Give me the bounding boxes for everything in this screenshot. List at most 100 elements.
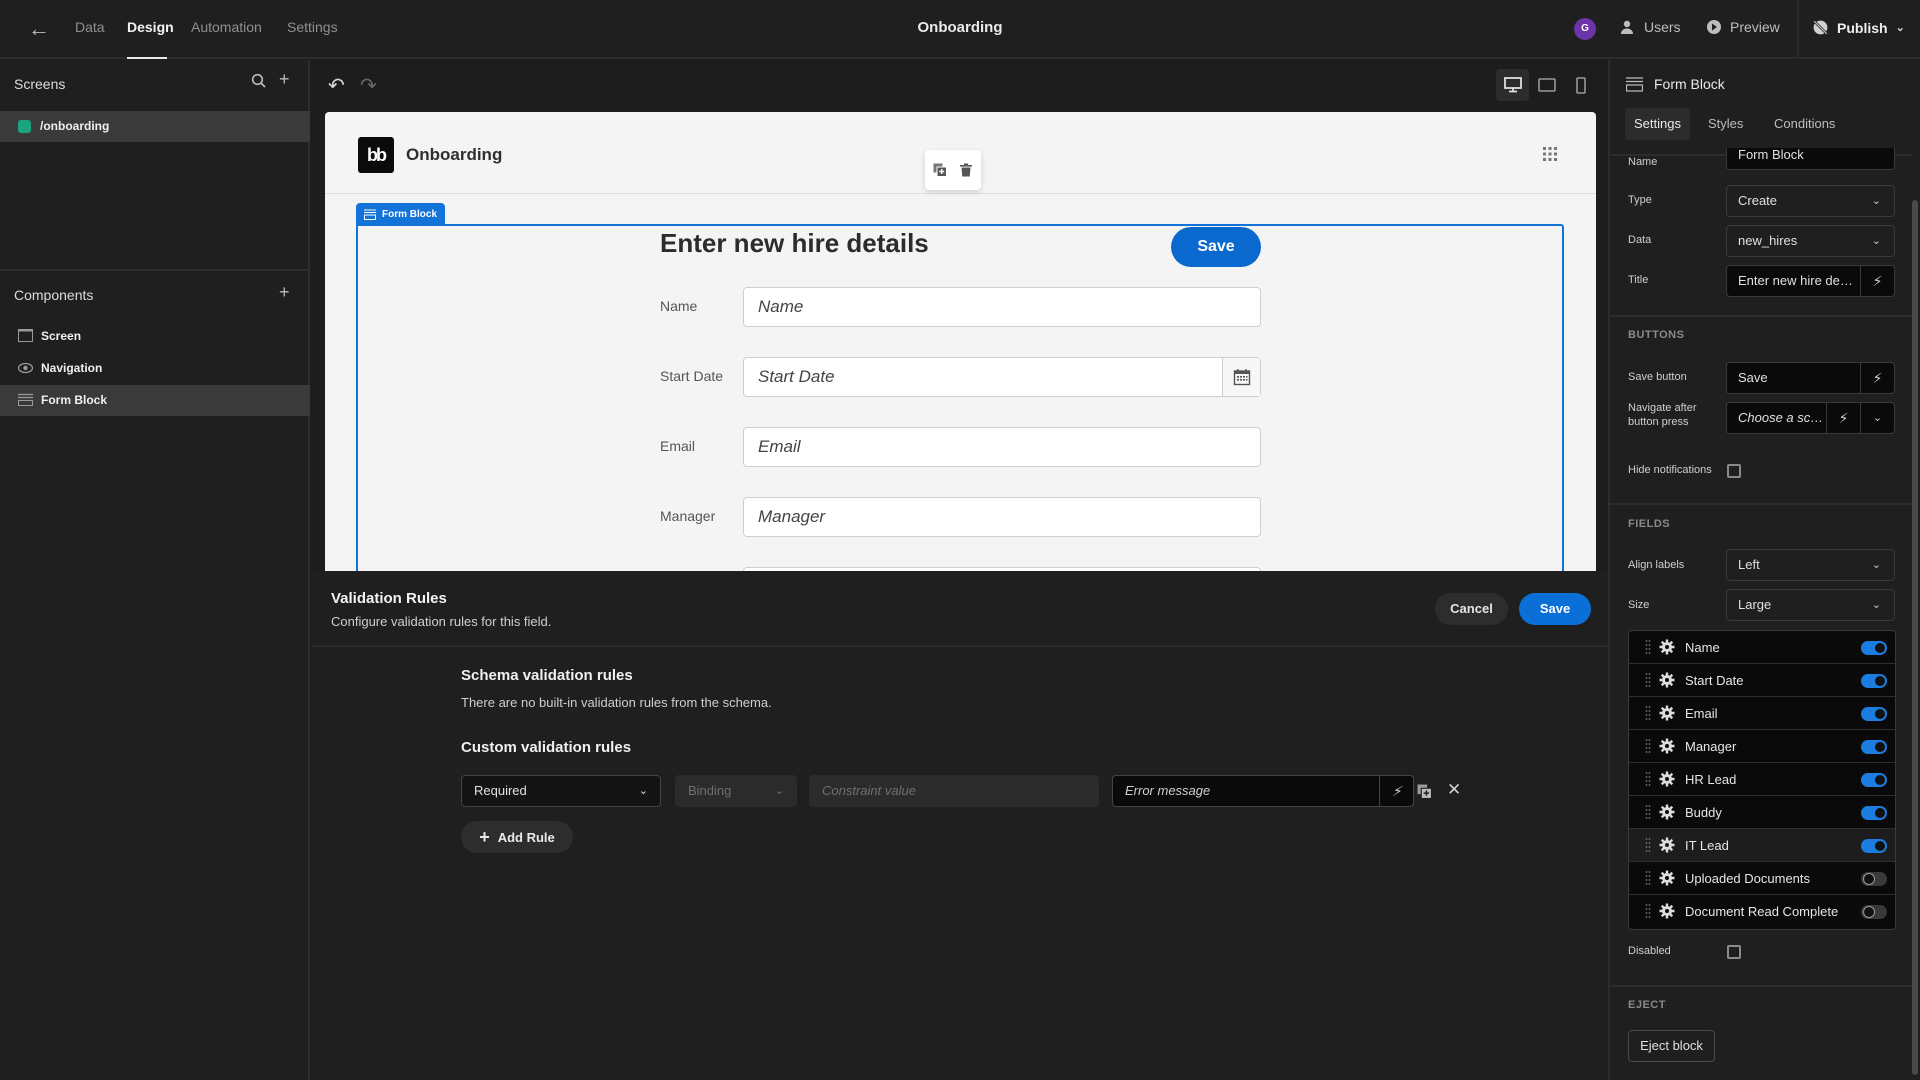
- start-date-input[interactable]: Start Date: [743, 357, 1261, 397]
- field-row[interactable]: IT Lead: [1629, 829, 1895, 862]
- desktop-view-button[interactable]: [1496, 69, 1529, 101]
- save-button[interactable]: Save: [1519, 593, 1591, 625]
- field-toggle[interactable]: [1861, 674, 1887, 688]
- email-input[interactable]: Email: [743, 427, 1261, 467]
- grid-menu-icon[interactable]: [1542, 146, 1558, 162]
- drag-handle-icon[interactable]: [1645, 639, 1651, 655]
- binding-bolt-icon[interactable]: ⚡︎: [1379, 776, 1413, 806]
- scrollbar[interactable]: [1912, 200, 1918, 1075]
- gear-icon[interactable]: [1659, 705, 1675, 721]
- binding-bolt-icon[interactable]: ⚡︎: [1860, 363, 1894, 393]
- field-row[interactable]: Name: [1629, 631, 1895, 664]
- drag-handle-icon[interactable]: [1645, 870, 1651, 886]
- chevron-down-icon[interactable]: ⌄: [1860, 403, 1894, 433]
- tab-settings[interactable]: Settings: [287, 19, 338, 35]
- avatar[interactable]: G: [1574, 18, 1596, 40]
- gear-icon[interactable]: [1659, 804, 1675, 820]
- disabled-checkbox[interactable]: [1727, 945, 1741, 959]
- field-row[interactable]: Buddy: [1629, 796, 1895, 829]
- back-button[interactable]: ←: [26, 16, 52, 42]
- hide-notifications-checkbox[interactable]: [1727, 464, 1741, 478]
- field-row[interactable]: Email: [1629, 697, 1895, 730]
- drag-handle-icon[interactable]: [1645, 804, 1651, 820]
- align-labels-select[interactable]: Left ⌄: [1726, 549, 1895, 581]
- binding-bolt-icon[interactable]: ⚡︎: [1826, 403, 1860, 433]
- field-row[interactable]: Document Read Complete: [1629, 895, 1895, 928]
- field-toggle[interactable]: [1861, 773, 1887, 787]
- tab-conditions[interactable]: Conditions: [1765, 108, 1844, 140]
- manager-input[interactable]: Manager: [743, 497, 1261, 537]
- tab-settings[interactable]: Settings: [1625, 108, 1690, 140]
- trash-icon[interactable]: [959, 163, 973, 177]
- title-field[interactable]: Enter new hire de… ⚡︎: [1726, 265, 1895, 297]
- data-select[interactable]: new_hires ⌄: [1726, 225, 1895, 257]
- size-select[interactable]: Large ⌄: [1726, 589, 1895, 621]
- rule-type-select[interactable]: Required ⌄: [461, 775, 661, 807]
- gear-icon[interactable]: [1659, 771, 1675, 787]
- field-row[interactable]: Uploaded Documents: [1629, 862, 1895, 895]
- field-toggle[interactable]: [1861, 707, 1887, 721]
- divider: [0, 269, 310, 271]
- tab-automation[interactable]: Automation: [191, 19, 262, 35]
- field-toggle[interactable]: [1861, 872, 1887, 886]
- undo-icon[interactable]: ↶: [328, 73, 345, 98]
- search-icon[interactable]: [251, 73, 267, 94]
- calendar-icon: [1233, 369, 1250, 386]
- drag-handle-icon[interactable]: [1645, 672, 1651, 688]
- field-row[interactable]: Start Date: [1629, 664, 1895, 697]
- name-input[interactable]: Name: [743, 287, 1261, 327]
- gear-icon[interactable]: [1659, 903, 1675, 919]
- add-screen-icon[interactable]: +: [279, 69, 290, 90]
- type-select[interactable]: Create ⌄: [1726, 185, 1895, 217]
- tab-data[interactable]: Data: [75, 19, 105, 35]
- component-item-screen[interactable]: Screen: [0, 321, 310, 352]
- eject-block-button[interactable]: Eject block: [1628, 1030, 1715, 1062]
- error-message-input[interactable]: Error message ⚡︎: [1112, 775, 1414, 807]
- tab-design[interactable]: Design: [127, 19, 174, 35]
- save-button-text-field[interactable]: Save ⚡︎: [1726, 362, 1895, 394]
- drag-handle-icon[interactable]: [1645, 771, 1651, 787]
- field-toggle[interactable]: [1861, 806, 1887, 820]
- gear-icon[interactable]: [1659, 837, 1675, 853]
- form-save-button[interactable]: Save: [1171, 227, 1261, 267]
- redo-icon[interactable]: ↷: [360, 73, 377, 98]
- drag-handle-icon[interactable]: [1645, 837, 1651, 853]
- component-item-navigation[interactable]: Navigation: [0, 353, 310, 384]
- field-toggle[interactable]: [1861, 839, 1887, 853]
- gear-icon[interactable]: [1659, 738, 1675, 754]
- gear-icon[interactable]: [1659, 672, 1675, 688]
- mobile-view-button[interactable]: [1564, 69, 1597, 101]
- field-row[interactable]: Manager: [1629, 730, 1895, 763]
- component-item-form-block[interactable]: Form Block: [0, 385, 310, 416]
- tablet-view-button[interactable]: [1530, 69, 1563, 101]
- drag-handle-icon[interactable]: [1645, 705, 1651, 721]
- navigate-select[interactable]: Choose a sc… ⚡︎ ⌄: [1726, 402, 1895, 434]
- title-value: Enter new hire de…: [1738, 273, 1853, 288]
- field-toggle[interactable]: [1861, 641, 1887, 655]
- tab-styles[interactable]: Styles: [1699, 108, 1752, 140]
- drag-handle-icon[interactable]: [1645, 738, 1651, 754]
- field-name: Uploaded Documents: [1685, 871, 1811, 886]
- gear-icon[interactable]: [1659, 639, 1675, 655]
- form-block-tag[interactable]: Form Block: [356, 203, 446, 225]
- add-component-icon[interactable]: +: [279, 282, 290, 303]
- binding-bolt-icon[interactable]: ⚡︎: [1860, 266, 1894, 296]
- users-button[interactable]: Users: [1620, 19, 1681, 35]
- binding-select[interactable]: Binding ⌄: [675, 775, 797, 807]
- field-row[interactable]: HR Lead: [1629, 763, 1895, 796]
- drag-handle-icon[interactable]: [1645, 903, 1651, 919]
- screen-item-onboarding[interactable]: /onboarding: [0, 111, 310, 142]
- gear-icon[interactable]: [1659, 870, 1675, 886]
- duplicate-icon[interactable]: [933, 163, 947, 177]
- duplicate-rule-icon[interactable]: [1417, 784, 1432, 799]
- remove-rule-icon[interactable]: ✕: [1447, 780, 1461, 800]
- constraint-value-input[interactable]: Constraint value: [809, 775, 1099, 807]
- calendar-button[interactable]: [1222, 358, 1260, 396]
- preview-button[interactable]: Preview: [1706, 19, 1780, 35]
- field-toggle[interactable]: [1861, 905, 1887, 919]
- cancel-button[interactable]: Cancel: [1435, 593, 1508, 625]
- name-field[interactable]: Form Block: [1726, 148, 1895, 170]
- publish-button[interactable]: Publish ⌄: [1812, 19, 1905, 36]
- add-rule-button[interactable]: + Add Rule: [461, 821, 573, 853]
- field-toggle[interactable]: [1861, 740, 1887, 754]
